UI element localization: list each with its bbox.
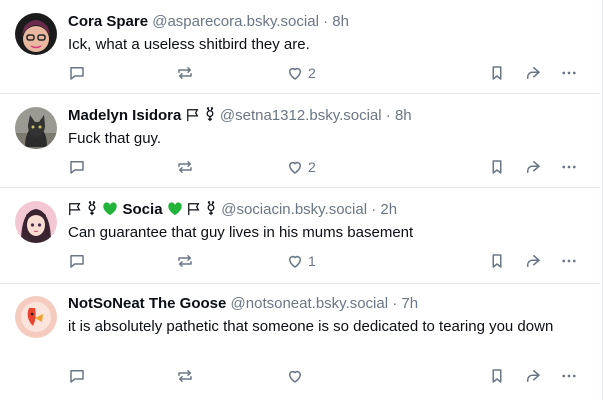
more-options-button[interactable]: [560, 251, 578, 271]
bookmark-icon: [492, 369, 502, 383]
author-name[interactable]: Socia: [123, 201, 163, 218]
more-dots-icon: [562, 374, 576, 378]
post-time[interactable]: 7h: [401, 295, 418, 312]
share-button[interactable]: [524, 251, 542, 271]
bookmark-icon: [492, 160, 502, 174]
like-count: 2: [308, 159, 316, 175]
heart-icon: [289, 255, 301, 268]
repost-button[interactable]: [176, 157, 194, 177]
flag-icon: [188, 203, 200, 216]
transgender-symbol-icon: [206, 107, 214, 122]
post-header: Madelyn Isidora @setna1312.bsky.social ·…: [68, 106, 412, 126]
post[interactable]: Madelyn Isidora @setna1312.bsky.social ·…: [0, 94, 600, 188]
post-time[interactable]: 2h: [380, 201, 397, 218]
author-handle[interactable]: @setna1312.bsky.social: [220, 107, 382, 124]
avatar[interactable]: [15, 201, 57, 243]
separator: ·: [323, 13, 329, 30]
transgender-symbol-icon: [88, 201, 96, 216]
flag-icon: [69, 203, 81, 216]
share-arrow-icon: [527, 370, 540, 382]
flag-icon: [186, 109, 198, 122]
post-actions: 2: [0, 63, 600, 83]
more-dots-icon: [562, 71, 576, 75]
more-dots-icon: [562, 165, 576, 169]
avatar[interactable]: [15, 107, 57, 149]
green-heart-icon: [103, 202, 118, 216]
bookmark-button[interactable]: [488, 157, 506, 177]
avatar[interactable]: [15, 296, 57, 338]
repost-button[interactable]: [176, 251, 194, 271]
repost-icon: [178, 370, 192, 382]
like-button[interactable]: 2: [286, 63, 316, 83]
reply-icon: [70, 370, 84, 383]
post[interactable]: Socia @sociacin.bsky.social · 2h Can gua…: [0, 188, 600, 284]
like-button[interactable]: 1: [286, 251, 316, 271]
bookmark-button[interactable]: [488, 63, 506, 83]
reply-icon: [70, 255, 84, 268]
separator: ·: [392, 295, 398, 312]
like-count: 2: [308, 65, 316, 81]
more-options-button[interactable]: [560, 366, 578, 386]
post[interactable]: NotSoNeat The Goose @notsoneat.bsky.soci…: [0, 284, 600, 400]
repost-button[interactable]: [176, 63, 194, 83]
post-text: Fuck that guy.: [68, 130, 162, 147]
bookmark-icon: [492, 254, 502, 268]
post-text: Can guarantee that guy lives in his mums…: [68, 224, 414, 241]
post-text: Ick, what a useless shitbird they are.: [68, 36, 310, 53]
like-button[interactable]: 2: [286, 157, 316, 177]
post-time[interactable]: 8h: [332, 13, 349, 30]
repost-button[interactable]: [176, 366, 194, 386]
share-arrow-icon: [527, 161, 540, 173]
reply-icon: [70, 161, 84, 174]
post-actions: 2: [0, 157, 600, 177]
like-button[interactable]: [286, 366, 308, 386]
author-handle[interactable]: @notsoneat.bsky.social: [231, 295, 389, 312]
reply-icon: [70, 67, 84, 80]
like-count: 1: [308, 253, 316, 269]
bookmark-button[interactable]: [488, 366, 506, 386]
author-name[interactable]: NotSoNeat The Goose: [68, 295, 226, 312]
post-header: NotSoNeat The Goose @notsoneat.bsky.soci…: [68, 294, 418, 314]
reply-button[interactable]: [68, 366, 86, 386]
share-button[interactable]: [524, 63, 542, 83]
green-heart-icon: [167, 202, 182, 216]
repost-icon: [178, 255, 192, 267]
reply-button[interactable]: [68, 157, 86, 177]
transgender-symbol-icon: [207, 201, 215, 216]
post-actions: 1: [0, 251, 600, 271]
share-button[interactable]: [524, 157, 542, 177]
heart-icon: [289, 370, 301, 383]
repost-icon: [178, 67, 192, 79]
share-arrow-icon: [527, 255, 540, 267]
author-handle[interactable]: @asparecora.bsky.social: [152, 13, 319, 30]
more-options-button[interactable]: [560, 63, 578, 83]
bookmark-icon: [492, 66, 502, 80]
reply-button[interactable]: [68, 251, 86, 271]
separator: ·: [371, 201, 377, 218]
reply-button[interactable]: [68, 63, 86, 83]
post-header: Socia @sociacin.bsky.social · 2h: [68, 200, 397, 220]
more-dots-icon: [562, 259, 576, 263]
thread-replies-feed: Cora Spare @asparecora.bsky.social · 8h …: [0, 0, 603, 400]
author-handle[interactable]: @sociacin.bsky.social: [221, 201, 367, 218]
more-options-button[interactable]: [560, 157, 578, 177]
bookmark-button[interactable]: [488, 251, 506, 271]
heart-icon: [289, 161, 301, 174]
post-text: it is absolutely pathetic that someone i…: [68, 318, 554, 335]
author-name[interactable]: Madelyn Isidora: [68, 107, 181, 124]
author-name[interactable]: Cora Spare: [68, 13, 148, 30]
share-button[interactable]: [524, 366, 542, 386]
separator: ·: [385, 107, 391, 124]
share-arrow-icon: [527, 67, 540, 79]
post-time[interactable]: 8h: [395, 107, 412, 124]
post-actions: [0, 366, 600, 386]
repost-icon: [178, 161, 192, 173]
post[interactable]: Cora Spare @asparecora.bsky.social · 8h …: [0, 0, 600, 94]
post-header: Cora Spare @asparecora.bsky.social · 8h: [68, 12, 349, 32]
avatar[interactable]: [15, 13, 57, 55]
heart-icon: [289, 67, 301, 80]
